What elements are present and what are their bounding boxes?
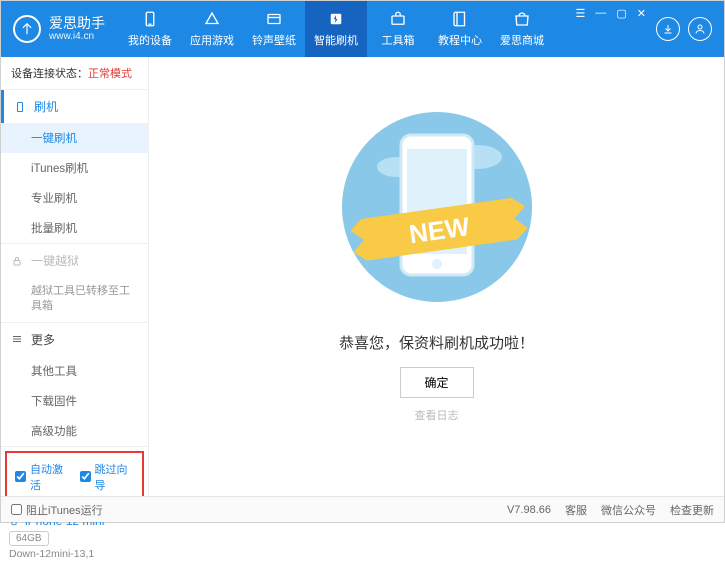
storage-badge: 64GB: [9, 531, 49, 546]
topbar-right: ☰ — ▢ ✕: [576, 1, 725, 57]
device-icon: [141, 10, 159, 28]
sidebar-item-other-tools[interactable]: 其他工具: [31, 356, 148, 386]
checkbox-auto-activate[interactable]: 自动激活: [15, 461, 70, 493]
success-illustration-icon: NEW: [327, 107, 547, 317]
update-link[interactable]: 检查更新: [670, 502, 714, 518]
brand: 爱思助手 www.i4.cn: [1, 15, 119, 44]
sidebar-item-pro-flash[interactable]: 专业刷机: [31, 183, 148, 213]
ok-button[interactable]: 确定: [399, 367, 473, 398]
sidebar-item-itunes-flash[interactable]: iTunes刷机: [31, 153, 148, 183]
toolbox-icon: [389, 10, 407, 28]
sidebar-section-flash[interactable]: 刷机: [1, 90, 148, 123]
sidebar-item-oneclick-flash[interactable]: 一键刷机: [1, 123, 148, 153]
lock-icon: [11, 255, 23, 267]
nav-toolbox[interactable]: 工具箱: [367, 1, 429, 57]
options-highlight-box: 自动激活 跳过向导: [5, 451, 144, 503]
download-button[interactable]: [656, 17, 680, 41]
sidebar-jailbreak-note: 越狱工具已转移至工具箱: [31, 277, 148, 322]
flash-icon: [327, 10, 345, 28]
nav-apps-games[interactable]: 应用游戏: [181, 1, 243, 57]
media-icon: [265, 10, 283, 28]
download-icon: [662, 23, 674, 35]
sidebar-item-download-fw[interactable]: 下载固件: [31, 386, 148, 416]
success-message: 恭喜您，保资料刷机成功啦！: [149, 332, 724, 353]
sidebar-section-jailbreak: 一键越狱: [1, 244, 148, 277]
view-log-link[interactable]: 查看日志: [149, 407, 724, 423]
brand-url: www.i4.cn: [49, 31, 105, 43]
sidebar-item-batch-flash[interactable]: 批量刷机: [31, 213, 148, 243]
user-icon: [694, 23, 706, 35]
device-detail: Down-12mini-13,1: [9, 548, 140, 560]
body: 设备连接状态：正常模式 刷机 一键刷机 iTunes刷机 专业刷机 批量刷机 一…: [1, 57, 724, 496]
maximize-icon[interactable]: ▢: [616, 7, 626, 20]
close-icon[interactable]: ✕: [637, 7, 646, 20]
nav-ringtones[interactable]: 铃声壁纸: [243, 1, 305, 57]
connection-status: 设备连接状态：正常模式: [1, 57, 148, 90]
nav-store[interactable]: 爱思商城: [491, 1, 553, 57]
store-icon: [513, 10, 531, 28]
version-label: V7.98.66: [507, 504, 551, 516]
nav-my-device[interactable]: 我的设备: [119, 1, 181, 57]
phone-icon: [14, 101, 26, 113]
window-controls: ☰ — ▢ ✕: [576, 1, 657, 20]
footer: 阻止iTunes运行 V7.98.66 客服 微信公众号 检查更新: [1, 496, 724, 522]
book-icon: [451, 10, 469, 28]
minimize-icon[interactable]: —: [595, 7, 606, 20]
user-button[interactable]: [688, 17, 712, 41]
support-link[interactable]: 客服: [565, 502, 587, 518]
sidebar-item-advanced[interactable]: 高级功能: [31, 416, 148, 446]
apps-icon: [203, 10, 221, 28]
brand-title: 爱思助手: [49, 15, 105, 32]
checkbox-skip-guide[interactable]: 跳过向导: [80, 461, 135, 493]
wechat-link[interactable]: 微信公众号: [601, 502, 656, 518]
menu-lines-icon: [11, 333, 23, 345]
brand-logo-icon: [13, 15, 41, 43]
sidebar-section-more[interactable]: 更多: [1, 323, 148, 356]
app-window: 爱思助手 www.i4.cn 我的设备 应用游戏 铃声壁纸 智能刷机: [0, 0, 725, 523]
top-bar: 爱思助手 www.i4.cn 我的设备 应用游戏 铃声壁纸 智能刷机: [1, 1, 724, 57]
menu-icon[interactable]: ☰: [576, 7, 586, 20]
sidebar: 设备连接状态：正常模式 刷机 一键刷机 iTunes刷机 专业刷机 批量刷机 一…: [1, 57, 149, 496]
nav-tutorials[interactable]: 教程中心: [429, 1, 491, 57]
checkbox-block-itunes[interactable]: 阻止iTunes运行: [11, 502, 103, 518]
nav-smart-flash[interactable]: 智能刷机: [305, 1, 367, 57]
nav-tabs: 我的设备 应用游戏 铃声壁纸 智能刷机 工具箱 教程中心: [119, 1, 553, 57]
content-area: NEW 恭喜您，保资料刷机成功啦！ 确定 查看日志: [149, 57, 724, 496]
